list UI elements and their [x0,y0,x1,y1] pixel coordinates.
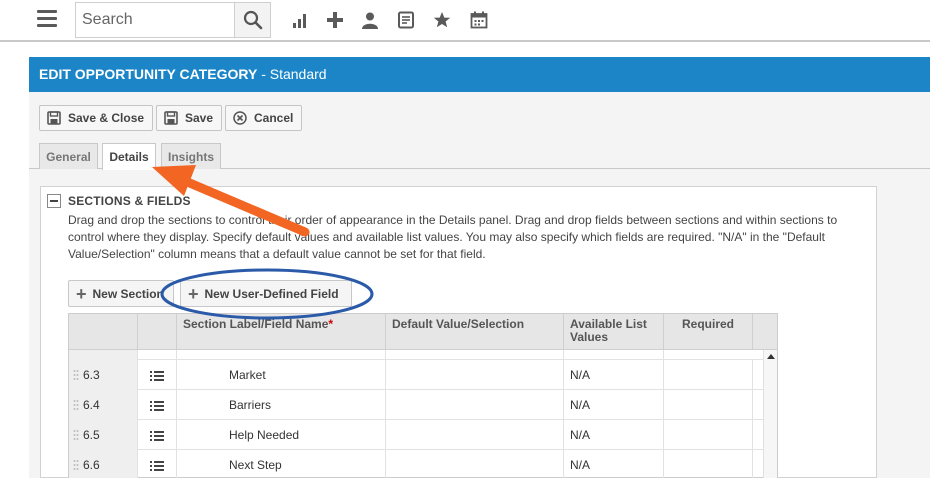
row-number-cell: 6.5 [69,420,138,450]
floppy-disk-icon [47,111,61,125]
new-user-defined-field-button[interactable]: + New User-Defined Field [180,280,352,307]
drag-handle-icon[interactable] [73,429,79,443]
column-label: Available List Values [570,317,647,344]
page-subtitle: - Standard [261,66,327,82]
drag-handle-icon[interactable] [73,369,79,383]
table-spacer [69,350,763,360]
column-header-menu [138,314,177,350]
form-icon[interactable] [395,9,417,31]
required-cell[interactable] [664,390,753,420]
column-header-default-value[interactable]: Default Value/Selection [386,314,564,350]
required-cell[interactable] [664,450,753,478]
table-row[interactable]: 6.5 Help Needed N/A [69,420,763,450]
new-section-button[interactable]: + New Section [68,280,174,307]
column-header-required[interactable]: Required [664,314,753,350]
table-header: Section Label/Field Name* Default Value/… [69,314,777,350]
list-values: N/A [564,390,664,420]
save-button[interactable]: Save [156,105,223,131]
plus-icon: + [188,283,199,304]
column-label: Section Label/Field Name [183,317,329,331]
row-menu-icon[interactable] [138,360,177,390]
row-number-cell: 6.3 [69,360,138,390]
field-name: Help Needed [177,420,386,450]
list-values: N/A [564,360,664,390]
column-header-field-name[interactable]: Section Label/Field Name* [177,314,386,350]
panel-header: EDIT OPPORTUNITY CATEGORY - Standard [29,57,930,92]
tab-label: Details [109,150,149,164]
new-section-label: New Section [92,286,164,301]
collapse-toggle[interactable] [47,194,61,208]
scroll-up-arrow-icon[interactable] [767,354,775,359]
section-description: Drag and drop the sections to control th… [68,213,838,261]
row-menu-icon[interactable] [138,390,177,420]
list-values: N/A [564,420,664,450]
default-value[interactable] [386,450,564,478]
tab-general[interactable]: General [39,143,98,169]
cancel-button[interactable]: Cancel [225,105,303,131]
save-close-label: Save & Close [68,111,145,125]
star-icon[interactable] [431,9,453,31]
section-title: SECTIONS & FIELDS [68,194,191,208]
row-number: 6.4 [83,398,100,412]
page-title: EDIT OPPORTUNITY CATEGORY [39,66,258,82]
table-row[interactable]: 6.3 Market N/A [69,360,763,390]
table-row[interactable]: 6.4 Barriers N/A [69,390,763,420]
default-value[interactable] [386,360,564,390]
table-row[interactable]: 6.6 Next Step N/A [69,450,763,478]
row-number: 6.6 [83,458,100,472]
search-button[interactable] [234,3,270,37]
column-header-list-values[interactable]: Available List Values [564,314,664,350]
tab-insights[interactable]: Insights [161,143,221,169]
column-header-grip [69,314,138,350]
fields-table: Section Label/Field Name* Default Value/… [68,313,778,478]
person-icon[interactable] [359,9,381,31]
default-value[interactable] [386,420,564,450]
list-values: N/A [564,450,664,478]
save-label: Save [185,111,214,125]
row-number: 6.3 [83,368,100,382]
plus-icon[interactable] [324,9,346,31]
required-marker: * [328,317,334,331]
field-name: Barriers [177,390,386,420]
drag-handle-icon[interactable] [73,459,79,473]
drag-handle-icon[interactable] [73,399,79,413]
new-field-label: New User-Defined Field [204,286,339,301]
tab-label: General [46,149,91,164]
cancel-label: Cancel [254,111,294,125]
row-number-cell: 6.6 [69,450,138,478]
search-box [75,2,271,38]
top-bar [0,0,930,42]
field-name: Market [177,360,386,390]
minus-icon [50,200,58,202]
row-number-cell: 6.4 [69,390,138,420]
column-label: Default Value/Selection [392,317,525,331]
plus-icon: + [76,283,87,304]
row-menu-icon[interactable] [138,450,177,478]
cancel-circle-icon [233,111,247,125]
field-name: Next Step [177,450,386,478]
floppy-disk-icon [164,111,178,125]
menu-icon[interactable] [37,10,57,28]
table-scrollbar[interactable] [763,350,777,478]
search-input[interactable] [76,3,236,37]
required-cell[interactable] [664,420,753,450]
tab-label: Insights [167,149,214,164]
save-close-button[interactable]: Save & Close [39,105,154,131]
calendar-icon[interactable] [468,9,490,31]
column-label: Required [681,317,734,331]
bar-chart-icon[interactable] [289,9,311,31]
row-number: 6.5 [83,428,100,442]
default-value[interactable] [386,390,564,420]
search-icon [243,10,262,30]
tab-details[interactable]: Details [102,143,156,170]
required-cell[interactable] [664,360,753,390]
row-menu-icon[interactable] [138,420,177,450]
